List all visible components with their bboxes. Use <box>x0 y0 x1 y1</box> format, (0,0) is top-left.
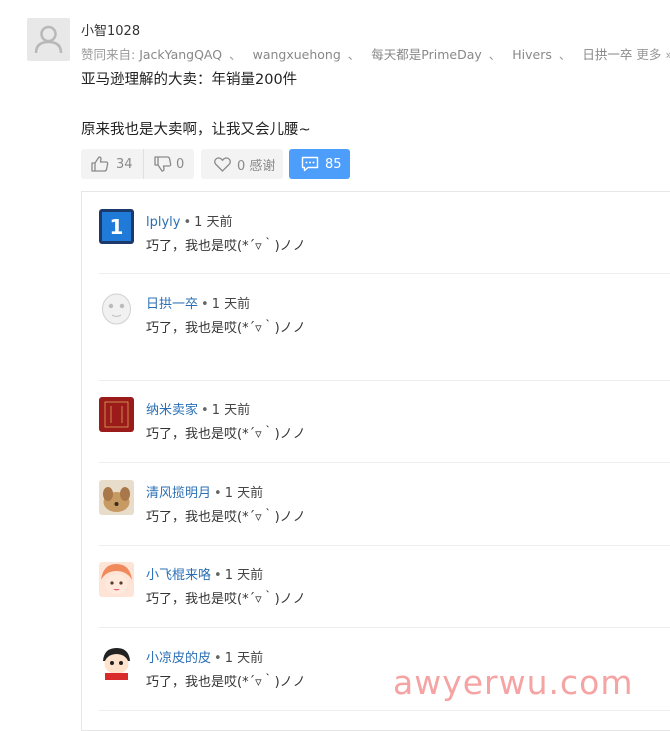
comment-username[interactable]: 小飞棍来咯 <box>146 568 211 583</box>
comment-time: 1 天前 <box>224 486 264 501</box>
comment-divider <box>99 462 670 463</box>
comment-divider <box>99 380 670 381</box>
endorse-prefix: 赞同来自: <box>81 47 136 62</box>
like-count: 34 <box>116 156 133 172</box>
answer-text-line-2: 原来我也是大卖啊，让我又会儿腰~ <box>81 122 311 138</box>
thumbs-up-icon <box>91 156 109 172</box>
endorse-separator: 、 <box>347 47 361 62</box>
comment-icon <box>301 156 319 172</box>
comment-avatar[interactable] <box>99 645 134 680</box>
more-endorsers-link[interactable]: 更多 » <box>636 47 670 62</box>
comment-username[interactable]: lplyly <box>146 215 180 230</box>
comments-panel: 1 lplyly • 1 天前 巧了，我也是哎(*´▿｀)ノノ 日拱一卒 • 1 天前 … <box>81 191 670 731</box>
comment-meta: 纳米卖家 • 1 天前 <box>146 403 251 418</box>
thanks-button[interactable]: 0 感谢 <box>201 149 283 179</box>
vote-group: 34 0 <box>81 149 194 179</box>
comment-text: 巧了，我也是哎(*´▿｀)ノノ <box>146 239 306 254</box>
endorse-separator: 、 <box>558 47 572 62</box>
heart-icon <box>214 156 231 172</box>
endorser-link[interactable]: Hivers <box>512 47 552 62</box>
comment-meta: 日拱一卒 • 1 天前 <box>146 297 251 312</box>
endorser-link[interactable]: JackYangQAQ <box>139 47 222 62</box>
avatar-image <box>99 645 134 680</box>
comment-divider <box>99 627 670 628</box>
comment-meta: 小飞棍来咯 • 1 天前 <box>146 568 264 583</box>
vote-divider <box>143 149 144 179</box>
avatar-image <box>99 480 134 515</box>
comment-divider <box>99 545 670 546</box>
comment-time: 1 天前 <box>211 297 251 312</box>
author-avatar[interactable] <box>27 18 70 61</box>
comment-meta: 小凉皮的皮 • 1 天前 <box>146 651 264 666</box>
comment-meta: lplyly • 1 天前 <box>146 215 233 230</box>
avatar-image <box>99 562 134 597</box>
comment-avatar[interactable] <box>99 480 134 515</box>
endorser-link[interactable]: 每天都是PrimeDay <box>371 47 481 62</box>
comment-text: 巧了，我也是哎(*´▿｀)ノノ <box>146 321 306 336</box>
comment-time: 1 天前 <box>211 403 251 418</box>
avatar-image: 1 <box>99 209 134 244</box>
answer-text-line-1: 亚马逊理解的大卖：年销量200件 <box>81 72 298 88</box>
comment-avatar[interactable] <box>99 397 134 432</box>
comment-username[interactable]: 日拱一卒 <box>146 297 198 312</box>
avatar-image <box>99 291 134 326</box>
comment-meta: 清风揽明月 • 1 天前 <box>146 486 264 501</box>
comment-text: 巧了，我也是哎(*´▿｀)ノノ <box>146 427 306 442</box>
comments-button[interactable]: 85 <box>289 149 350 179</box>
dislike-count: 0 <box>176 156 185 172</box>
comment-avatar[interactable] <box>99 291 134 326</box>
author-name[interactable]: 小智1028 <box>81 20 140 39</box>
comment-text: 巧了，我也是哎(*´▿｀)ノノ <box>146 510 306 525</box>
watermark: awyerwu.com <box>393 663 634 702</box>
comment-divider <box>99 710 670 711</box>
endorser-link[interactable]: wangxuehong <box>253 47 341 62</box>
comment-username[interactable]: 小凉皮的皮 <box>146 651 211 666</box>
endorser-link[interactable]: 日拱一卒 <box>582 47 632 62</box>
comment-divider <box>99 273 670 274</box>
comment-avatar[interactable] <box>99 562 134 597</box>
thanks-label: 0 感谢 <box>237 158 276 174</box>
endorse-separator: 、 <box>488 47 502 62</box>
comment-text: 巧了，我也是哎(*´▿｀)ノノ <box>146 675 306 690</box>
comment-avatar[interactable]: 1 <box>99 209 134 244</box>
avatar-badge-text: 1 <box>110 215 124 239</box>
comment-username[interactable]: 纳米卖家 <box>146 403 198 418</box>
dislike-button[interactable]: 0 <box>154 149 184 179</box>
comment-time: 1 天前 <box>224 651 264 666</box>
default-user-icon <box>34 25 63 54</box>
avatar-image <box>99 397 134 432</box>
comment-time: 1 天前 <box>224 568 264 583</box>
comment-text: 巧了，我也是哎(*´▿｀)ノノ <box>146 592 306 607</box>
comment-count: 85 <box>325 156 342 172</box>
thumbs-down-icon <box>154 156 172 172</box>
endorse-line: 赞同来自: JackYangQAQ 、 wangxuehong 、 每天都是Pr… <box>81 44 670 63</box>
comment-time: 1 天前 <box>194 215 233 230</box>
comment-username[interactable]: 清风揽明月 <box>146 486 211 501</box>
like-button[interactable]: 34 <box>91 149 133 179</box>
endorse-separator: 、 <box>229 47 242 62</box>
